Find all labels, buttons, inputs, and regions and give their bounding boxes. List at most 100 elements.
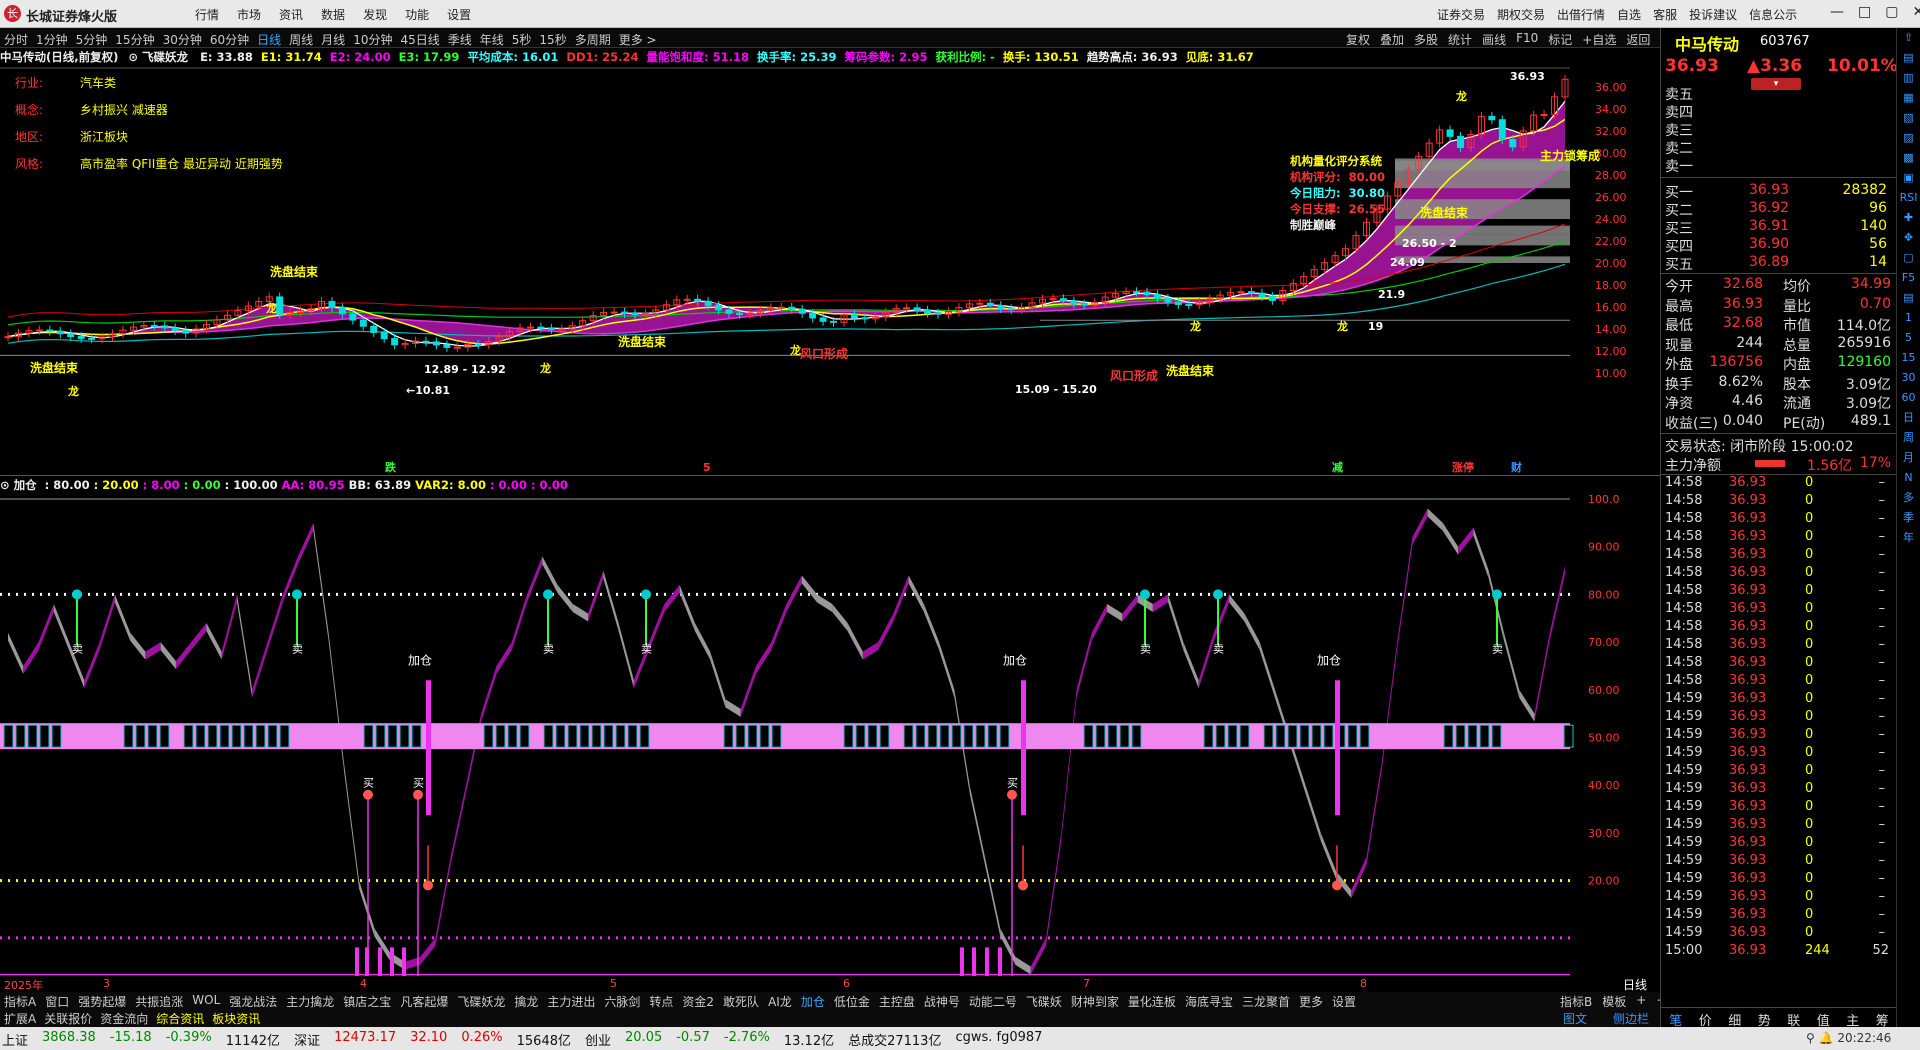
period-tab-9[interactable]: 10分钟	[353, 31, 392, 48]
maximize-button[interactable]: ▢	[1885, 4, 1898, 20]
indicator-tab-20[interactable]: 战神号	[924, 993, 960, 1010]
menu-item-6[interactable]: 设置	[447, 6, 471, 23]
sidebar-icon-3[interactable]: ▦	[1897, 88, 1920, 108]
tick-tab-4[interactable]: 联	[1787, 1010, 1800, 1029]
chart-tool-8[interactable]: 返回	[1626, 31, 1650, 48]
indicator-tab-23[interactable]: 财神到家	[1071, 993, 1119, 1010]
sidebar-icon-8[interactable]: RSI	[1897, 188, 1920, 208]
sidebar-icon-22[interactable]: N	[1897, 468, 1920, 488]
sidebar-icon-12[interactable]: F5	[1897, 268, 1920, 288]
chart-tool-2[interactable]: 多股	[1414, 31, 1438, 48]
sidebar-icon-14[interactable]: 1	[1897, 308, 1920, 328]
sidebar-icon-24[interactable]: 季	[1897, 508, 1920, 528]
period-tab-4[interactable]: 30分钟	[163, 31, 202, 48]
sidebar-icon-9[interactable]: ✚	[1897, 208, 1920, 228]
top-menu-item-2[interactable]: 出借行情	[1557, 6, 1605, 23]
top-menu-item-4[interactable]: 客服	[1653, 6, 1677, 23]
sidebar-icon-4[interactable]: ▧	[1897, 108, 1920, 128]
indicator-tab-14[interactable]: 资金2	[682, 993, 714, 1010]
period-tab-3[interactable]: 15分钟	[115, 31, 154, 48]
sidebar-icon-21[interactable]: 月	[1897, 448, 1920, 468]
pane-divider[interactable]	[0, 475, 1660, 476]
indicator-tab-19[interactable]: 主控盘	[879, 993, 915, 1010]
period-tab-0[interactable]: 分时	[4, 31, 28, 48]
period-tab-6[interactable]: 日线	[257, 31, 281, 48]
extension-tab-2[interactable]: 资金流向	[100, 1010, 148, 1027]
period-tab-11[interactable]: 季线	[448, 31, 472, 48]
indicator-tab-15[interactable]: 敢死队	[723, 993, 759, 1010]
indicator-tab-right-2[interactable]: +	[1636, 993, 1646, 1010]
indicator-tab-12[interactable]: 六脉剑	[604, 993, 640, 1010]
period-tab-2[interactable]: 5分钟	[76, 31, 108, 48]
period-tab-5[interactable]: 60分钟	[210, 31, 249, 48]
sidebar-icon-19[interactable]: 日	[1897, 408, 1920, 428]
period-tab-10[interactable]: 45日线	[400, 31, 439, 48]
period-tab-7[interactable]: 周线	[289, 31, 313, 48]
period-tab-13[interactable]: 5秒	[512, 31, 532, 48]
extension-tab-0[interactable]: 扩展A	[4, 1010, 36, 1027]
sidebar-icon-6[interactable]: ▩	[1897, 148, 1920, 168]
chart-tool-6[interactable]: 标记	[1548, 31, 1572, 48]
sidebar-icon-17[interactable]: 30	[1897, 368, 1920, 388]
sidebar-icon-20[interactable]: 周	[1897, 428, 1920, 448]
indicator-tab-7[interactable]: 镇店之宝	[343, 993, 391, 1010]
period-tab-15[interactable]: 多周期	[575, 31, 611, 48]
indicator-tab-27[interactable]: 更多	[1299, 993, 1323, 1010]
indicator-tab-right-1[interactable]: 模板	[1602, 993, 1626, 1010]
indicator-tab-2[interactable]: 强势起爆	[78, 993, 126, 1010]
period-tab-8[interactable]: 月线	[321, 31, 345, 48]
sidebar-icon-16[interactable]: 15	[1897, 348, 1920, 368]
indicator-tab-5[interactable]: 强龙战法	[229, 993, 277, 1010]
period-tab-14[interactable]: 15秒	[539, 31, 566, 48]
tick-tab-3[interactable]: 势	[1758, 1010, 1771, 1029]
indicator-tab-4[interactable]: WOL	[192, 993, 220, 1010]
minimize-button[interactable]: —	[1830, 4, 1844, 20]
lower-indicator-name[interactable]: 加仓	[14, 478, 37, 492]
sidebar-icon-7[interactable]: ▣	[1897, 168, 1920, 188]
chart-tool-3[interactable]: 统计	[1448, 31, 1472, 48]
restore-button[interactable]: □	[1858, 4, 1871, 20]
top-menu-item-3[interactable]: 自选	[1617, 6, 1641, 23]
indicator-tab-22[interactable]: 飞碟妖	[1026, 993, 1062, 1010]
sidebar-icon-18[interactable]: 60	[1897, 388, 1920, 408]
chart-tool-5[interactable]: F10	[1516, 31, 1538, 48]
chart-tool-4[interactable]: 画线	[1482, 31, 1506, 48]
indicator-tab-17[interactable]: 加仓	[801, 993, 825, 1010]
indicator-tab-21[interactable]: 动能二号	[969, 993, 1017, 1010]
indicator-tab-13[interactable]: 转点	[649, 993, 673, 1010]
indicator-tab-8[interactable]: 凡客起爆	[400, 993, 448, 1010]
indicator-tab-25[interactable]: 海底寻宝	[1185, 993, 1233, 1010]
menu-item-2[interactable]: 资讯	[279, 6, 303, 23]
extension-tab-4[interactable]: 板块资讯	[212, 1010, 260, 1027]
oscillator-chart[interactable]: 100.0 90.00 80.00 70.00 60.00 50.00 40.00 30.00…	[0, 493, 1660, 976]
tick-tab-7[interactable]: 筹	[1876, 1010, 1889, 1029]
sidebar-icon-2[interactable]: ▥	[1897, 68, 1920, 88]
tick-tab-1[interactable]: 价	[1699, 1010, 1712, 1029]
indicator-tab-right-0[interactable]: 指标B	[1560, 993, 1592, 1010]
tick-tab-0[interactable]: 笔	[1669, 1010, 1682, 1029]
sidebar-icon-1[interactable]: ▤	[1897, 48, 1920, 68]
indicator-name[interactable]: ⊙ 飞碟妖龙	[128, 50, 188, 64]
sidebar-icon-11[interactable]: ▢	[1897, 248, 1920, 268]
chart-tool-7[interactable]: +自选	[1582, 31, 1616, 48]
period-tab-1[interactable]: 1分钟	[36, 31, 68, 48]
indicator-tab-18[interactable]: 低位金	[834, 993, 870, 1010]
indicator-tab-28[interactable]: 设置	[1332, 993, 1356, 1010]
indicator-tab-9[interactable]: 飞碟妖龙	[457, 993, 505, 1010]
indicator-tab-11[interactable]: 主力进出	[547, 993, 595, 1010]
extension-tab-1[interactable]: 关联报价	[44, 1010, 92, 1027]
close-button[interactable]: ✕	[1912, 4, 1920, 20]
menu-item-0[interactable]: 行情	[195, 6, 219, 23]
indicator-tab-3[interactable]: 共振追涨	[135, 993, 183, 1010]
indicator-tab-10[interactable]: 擒龙	[514, 993, 538, 1010]
period-tab-16[interactable]: 更多 >	[619, 31, 657, 48]
tick-tab-2[interactable]: 细	[1728, 1010, 1741, 1029]
indicator-tab-16[interactable]: AI龙	[768, 993, 792, 1010]
tick-tab-5[interactable]: 值	[1817, 1010, 1830, 1029]
indicator-tab-6[interactable]: 主力擒龙	[286, 993, 334, 1010]
menu-item-1[interactable]: 市场	[237, 6, 261, 23]
top-menu-item-0[interactable]: 证券交易	[1437, 6, 1485, 23]
menu-item-3[interactable]: 数据	[321, 6, 345, 23]
indicator-tab-24[interactable]: 量化连板	[1128, 993, 1176, 1010]
top-menu-item-1[interactable]: 期权交易	[1497, 6, 1545, 23]
